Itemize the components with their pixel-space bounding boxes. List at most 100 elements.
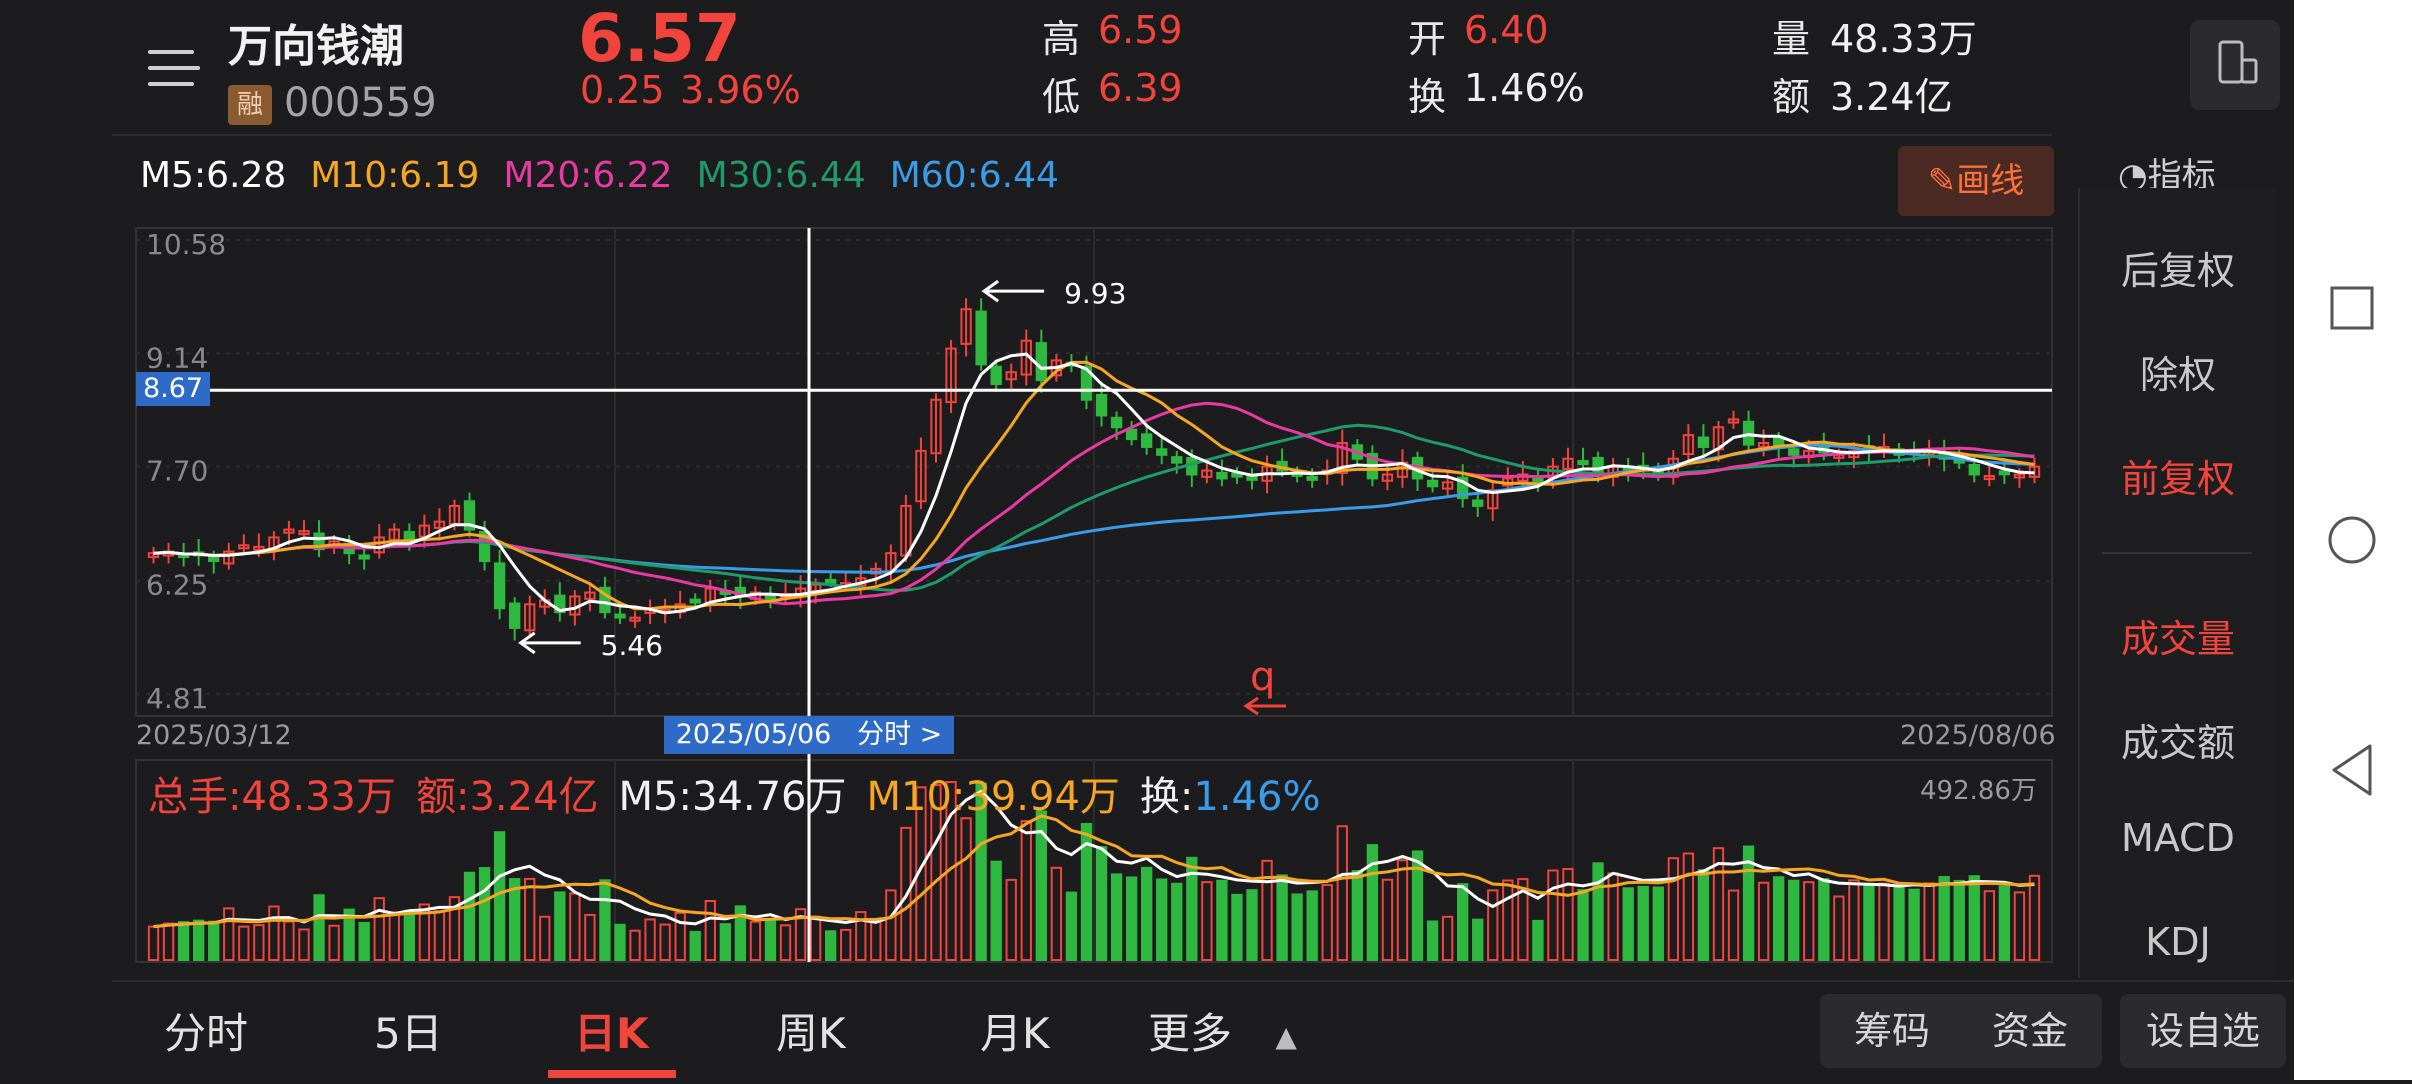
turnover-label: 换 (1408, 75, 1447, 119)
funds-button[interactable]: 资金 (1961, 994, 2099, 1068)
candle-body (764, 593, 777, 602)
cursor-date-badge[interactable]: 2025/05/06 分时 > (664, 716, 954, 754)
candle-body (509, 602, 521, 629)
back-icon[interactable] (2332, 744, 2372, 796)
volume-bar (493, 831, 506, 962)
amount-vol-label: 额:3.24亿 (416, 774, 599, 820)
volume-bar (1848, 879, 1860, 961)
y-tick-label: 6.25 (146, 569, 208, 602)
volume-bar (162, 922, 175, 961)
volume-bar (238, 925, 250, 961)
side-item-turnover-amount[interactable]: 成交额 (2080, 712, 2276, 767)
candle-body (313, 532, 325, 551)
volume-bar (1381, 878, 1394, 961)
volume-bar (1697, 869, 1710, 961)
candle-body (1381, 473, 1394, 482)
side-item-pre-adjusted[interactable]: 前复权 (2080, 448, 2276, 503)
candle-body (1171, 456, 1183, 464)
volume-bar (1998, 885, 2011, 961)
intraday-link[interactable]: 分时 > (857, 719, 942, 750)
draw-line-button[interactable]: ✎画线 (1898, 146, 2054, 216)
stock-name: 万向钱潮 (228, 21, 404, 72)
volume-bar (1592, 862, 1604, 962)
candle-body (1908, 449, 1920, 455)
ma5-label: M5:6.28 (140, 155, 287, 196)
tab-daily-k[interactable]: 日K (574, 1000, 649, 1061)
side-item-macd[interactable]: MACD (2080, 816, 2276, 860)
chips-button[interactable]: 筹码 (1823, 994, 1961, 1068)
candle-body (900, 504, 912, 557)
volume-bar (1351, 870, 1363, 961)
high-arrow-icon (981, 279, 1045, 303)
volume-bar (177, 921, 190, 962)
tab-weekly-k[interactable]: 周K (776, 1000, 846, 1061)
volume-bar (960, 817, 972, 962)
menu-icon[interactable] (140, 38, 206, 98)
volume-bar (749, 920, 762, 962)
candle-body (719, 589, 731, 595)
volume-bar (1472, 918, 1484, 962)
volume-bar (900, 826, 912, 961)
ma30-label: M30:6.44 (696, 155, 866, 196)
volume-bar (1080, 822, 1093, 961)
volume-bar (1637, 885, 1649, 962)
tab-more-label: 更多 (1148, 1009, 1233, 1058)
candle-body (283, 528, 295, 534)
candle-body (1201, 469, 1213, 478)
amount-label: 额 (1772, 75, 1811, 119)
ma60-label: M60:6.44 (889, 155, 1059, 196)
landscape-toggle-button[interactable] (2190, 20, 2280, 110)
candle-body (1351, 444, 1363, 460)
candle-body (268, 536, 280, 551)
tab-monthly-k[interactable]: 月K (980, 1000, 1050, 1061)
candle-body (238, 544, 250, 550)
candle-body (1697, 436, 1710, 448)
low-label: 低 (1042, 75, 1081, 119)
volume-bar (1682, 852, 1695, 961)
cursor-date: 2025/05/06 (675, 719, 832, 750)
candle-body (825, 578, 837, 584)
side-item-kdj[interactable]: KDJ (2080, 920, 2276, 976)
add-watchlist-button[interactable]: 设自选 (2120, 994, 2286, 1068)
m5-line (153, 352, 2035, 615)
candle-body (403, 530, 415, 543)
volume-bar (1441, 915, 1454, 962)
volume-bar (644, 918, 656, 962)
candle-body (418, 524, 431, 538)
candle-body (358, 554, 370, 560)
recent-apps-icon[interactable] (2330, 286, 2374, 330)
volume-bar (1547, 869, 1559, 961)
price-change: 0.25 (580, 68, 665, 112)
volume-bar (1321, 884, 1333, 961)
volume-ma10-line (153, 814, 2035, 929)
volume-bar (1968, 875, 1980, 962)
candle-body (162, 550, 175, 557)
side-item-volume[interactable]: 成交量 (2080, 608, 2276, 663)
candle-body (689, 598, 701, 604)
candle-body (1773, 437, 1785, 448)
tab-intraday[interactable]: 分时 (164, 1000, 248, 1061)
volume-bar (1186, 856, 1198, 962)
volume-bar (1517, 878, 1529, 961)
annotation-mark: q (1250, 654, 1275, 700)
candle-body (1667, 457, 1679, 478)
tab-5day[interactable]: 5日 (374, 1000, 443, 1061)
volume-bar (1803, 881, 1815, 961)
home-icon[interactable] (2328, 516, 2376, 564)
volume-bar (1005, 878, 1017, 961)
volume-bar (1712, 847, 1725, 962)
volume-bar (1156, 878, 1168, 961)
volume-bar (1532, 919, 1544, 962)
volume-bar (1878, 882, 1890, 961)
volume-value: 48.33万 (1830, 17, 1977, 61)
side-item-ex-rights[interactable]: 除权 (2080, 344, 2276, 399)
volume-bar (554, 891, 566, 962)
candle-body (539, 599, 551, 608)
tab-more[interactable]: 更多 ▲ (1148, 1000, 1297, 1061)
candle-body (463, 500, 476, 531)
volume-bar (2013, 891, 2026, 962)
candle-body (1231, 472, 1243, 478)
candle-body (1426, 479, 1439, 488)
side-item-post-adjusted[interactable]: 后复权 (2080, 240, 2276, 295)
volume-bar (659, 923, 671, 961)
